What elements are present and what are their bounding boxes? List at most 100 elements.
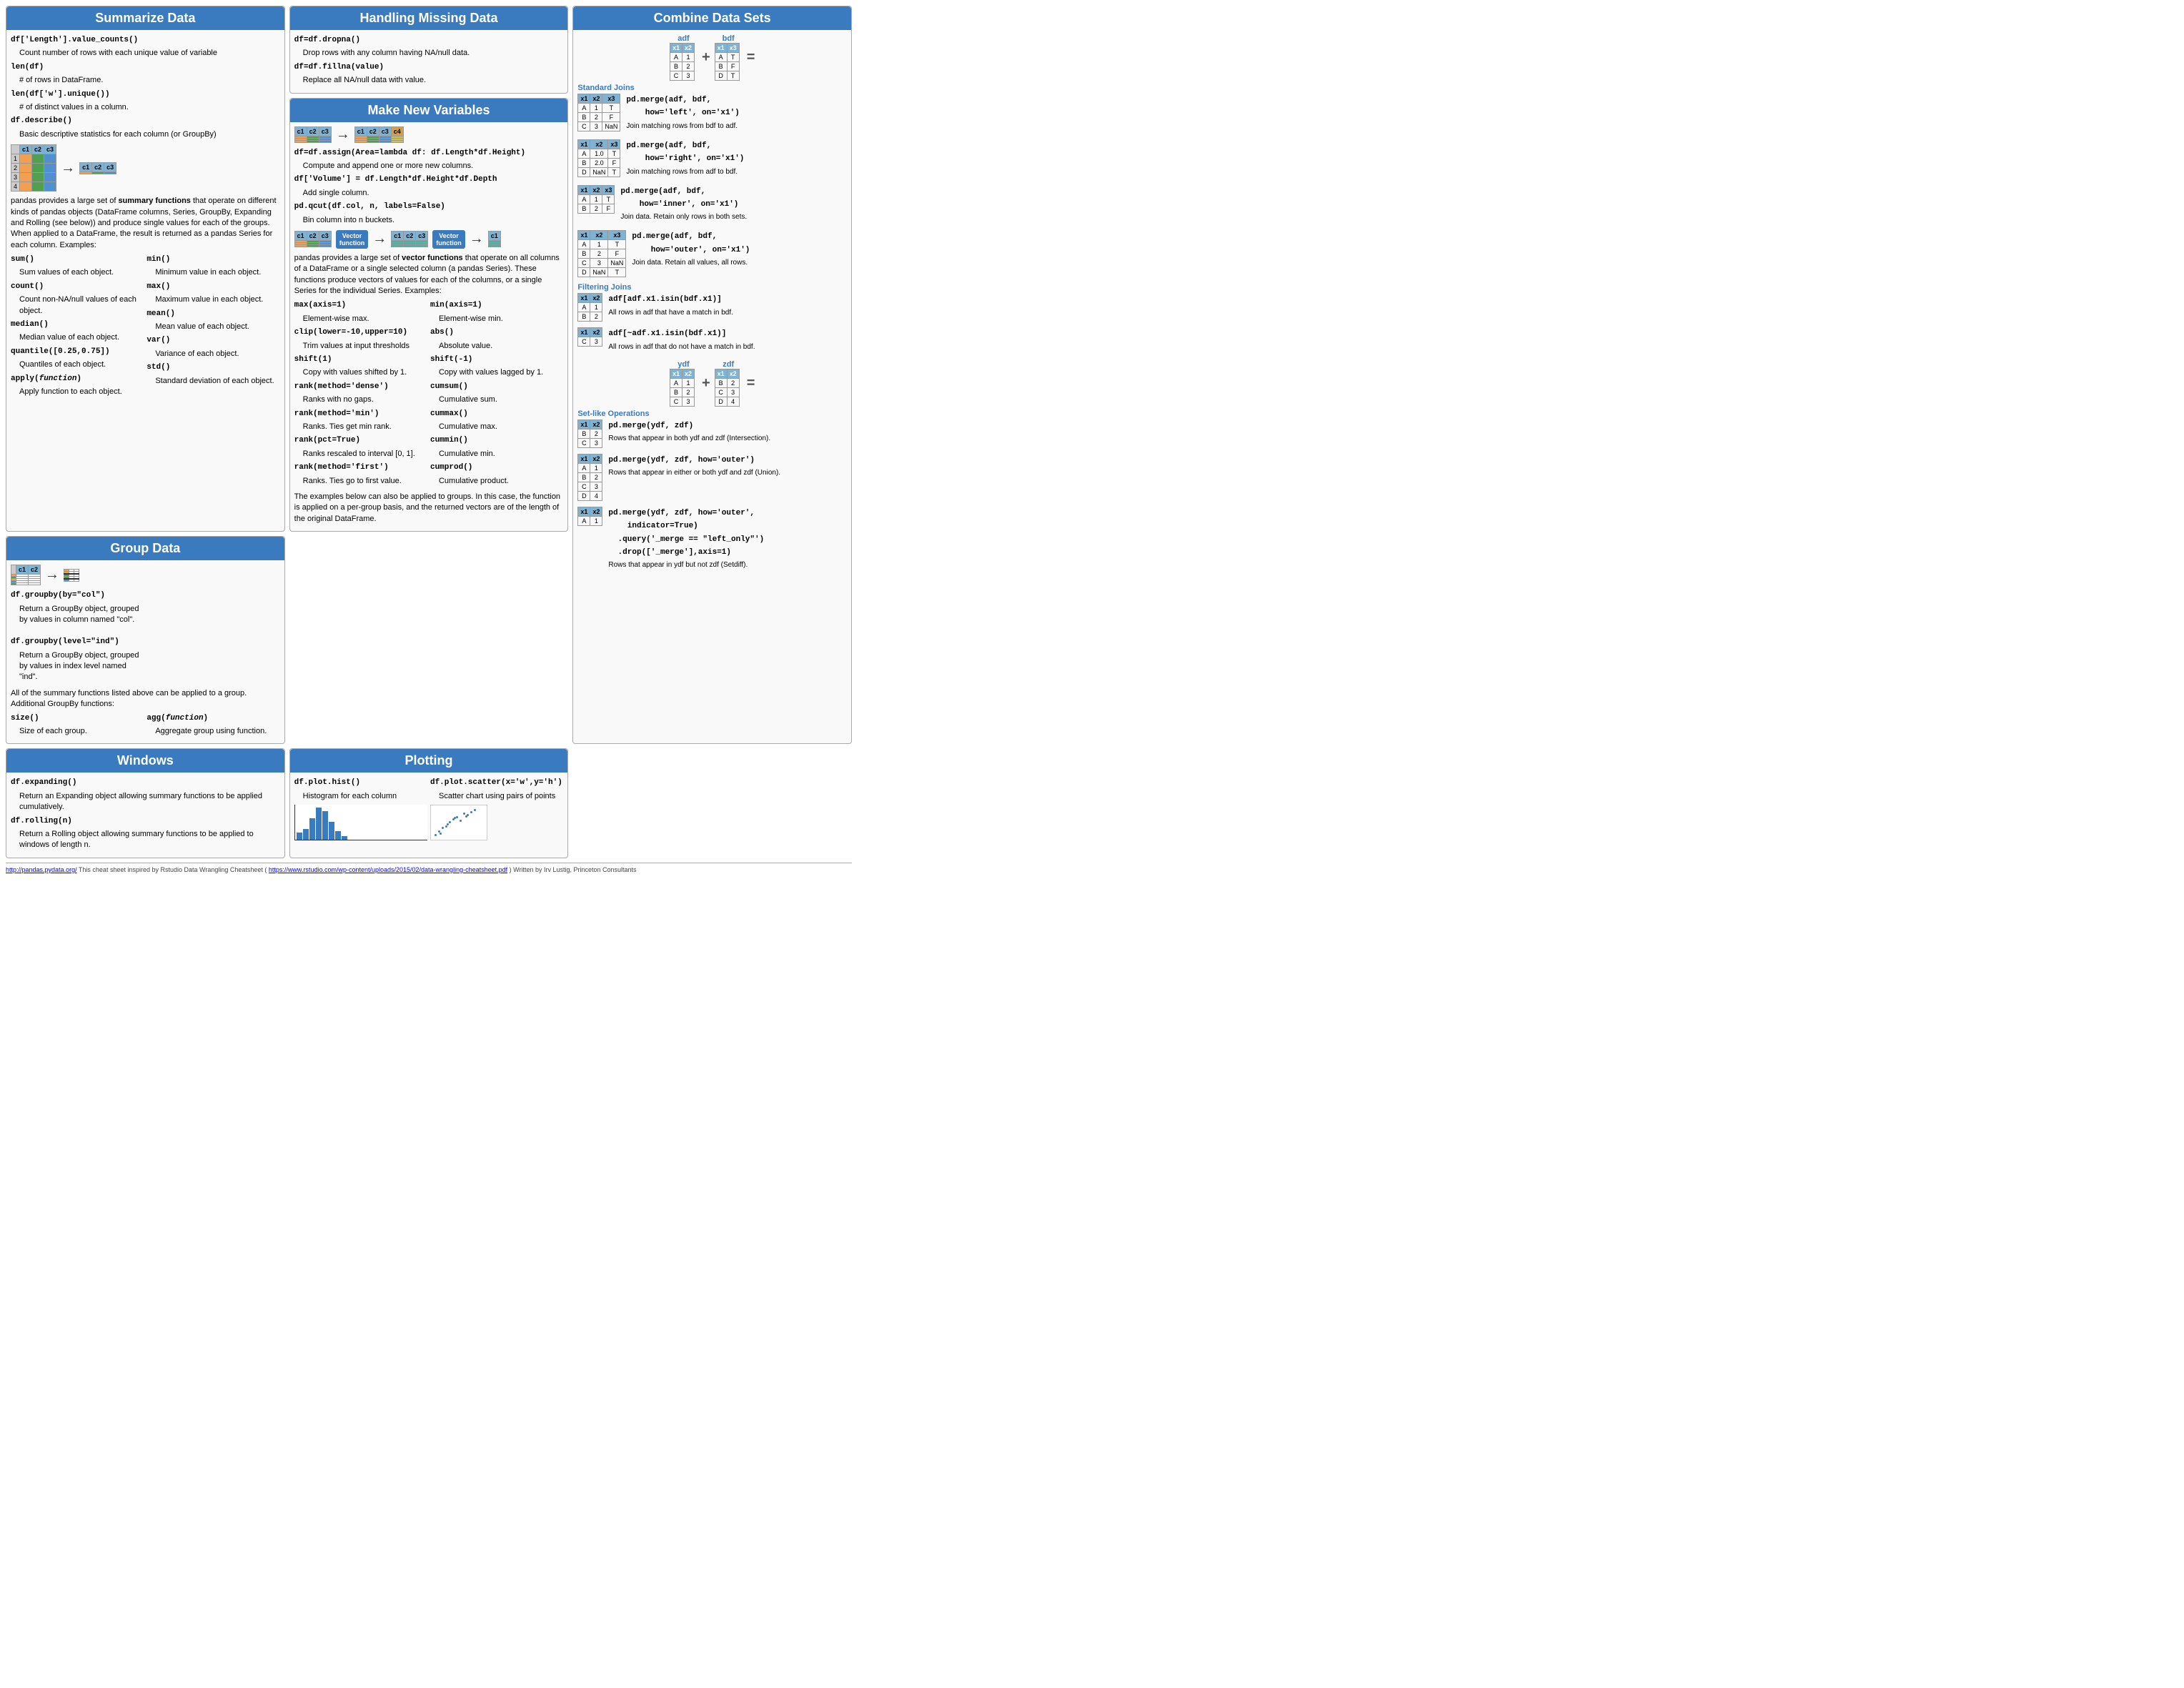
vector-function-box2: Vectorfunction bbox=[432, 230, 465, 249]
makenew-visual-top: c1c2c3 → c1c2c3c4 bbox=[294, 126, 564, 143]
code-setdiff1: pd.merge(ydf, zdf, how='outer', bbox=[608, 509, 755, 517]
desc-rank-min: Ranks. Ties get min rank. bbox=[294, 422, 427, 432]
desc-len-unique: # of distinct values in a column. bbox=[11, 102, 280, 113]
desc-var: Variance of each object. bbox=[147, 349, 279, 359]
desc-cummax: Cumulative max. bbox=[430, 422, 563, 432]
missing-header: Handling Missing Data bbox=[290, 6, 568, 30]
desc-fillna: Replace all NA/null data with value. bbox=[294, 75, 564, 86]
code-count: count() bbox=[11, 282, 44, 291]
desc-shift-1: Copy with values lagged by 1. bbox=[430, 367, 563, 378]
group-extra-functions: size() Size of each group. agg(function)… bbox=[11, 713, 280, 740]
desc-clip: Trim values at input thresholds bbox=[294, 341, 427, 352]
equals-icon2: = bbox=[747, 375, 755, 392]
code-outer-join: pd.merge(adf, bdf, bbox=[632, 232, 717, 241]
desc-min: Minimum value in each object. bbox=[147, 267, 279, 278]
code-median: median() bbox=[11, 320, 49, 329]
histogram-visual bbox=[294, 805, 427, 840]
set-op-union: x1x2 A1 B2 C3 D4 pd.merge(ydf, zdf, how=… bbox=[577, 454, 847, 501]
code-value-counts: df['Length'].value_counts() bbox=[11, 36, 138, 44]
makenew-header: Make New Variables bbox=[290, 99, 568, 122]
code-min: min() bbox=[147, 255, 170, 264]
code-left-join2: how='left', on='x1') bbox=[626, 109, 739, 117]
summarize-section: Summarize Data df['Length'].value_counts… bbox=[6, 6, 285, 532]
group-visual: c1c2 → bbox=[11, 565, 280, 585]
code-std: std() bbox=[147, 363, 170, 372]
code-qcut: pd.qcut(df.col, n, labels=False) bbox=[294, 202, 445, 211]
code-dropna: df=df.dropna() bbox=[294, 36, 360, 44]
code-max-axis: max(axis=1) bbox=[294, 301, 347, 309]
zdf-label: zdf bbox=[715, 360, 743, 369]
group-section: Group Data c1c2 → df.groupby(by="col bbox=[6, 536, 285, 744]
makenew-section: Make New Variables c1c2c3 → c1c2c3c4 df=… bbox=[289, 98, 569, 532]
vector-function-box: Vectorfunction bbox=[336, 230, 369, 249]
summary-functions-grid: sum() Sum values of each object. count()… bbox=[11, 254, 280, 399]
per-group-text: The examples below can also be applied t… bbox=[294, 492, 564, 525]
filtering-joins-label: Filtering Joins bbox=[577, 283, 847, 292]
desc-mean: Mean value of each object. bbox=[147, 322, 279, 332]
code-expanding: df.expanding() bbox=[11, 778, 76, 787]
code-groupby-col: df.groupby(by="col") bbox=[11, 591, 105, 600]
filter-join-2: x1x2 C3 adf[~adf.x1.isin(bdf.x1)] All ro… bbox=[577, 327, 847, 354]
desc-intersect: Rows that appear in both ydf and zdf (In… bbox=[608, 434, 770, 444]
code-agg: agg(function) bbox=[147, 714, 208, 723]
desc-sum: Sum values of each object. bbox=[11, 267, 144, 278]
desc-expanding: Return an Expanding object allowing summ… bbox=[11, 791, 280, 813]
desc-median: Median value of each object. bbox=[11, 332, 144, 343]
code-setdiff2: indicator=True) bbox=[608, 522, 698, 530]
desc-assign: Compute and append one or more new colum… bbox=[294, 161, 564, 172]
group-header: Group Data bbox=[6, 537, 284, 560]
plotting-header: Plotting bbox=[290, 749, 568, 773]
combine-section: Combine Data Sets adf x1x2 A1 B2 C3 + bd… bbox=[572, 6, 852, 744]
code-mean: mean() bbox=[147, 309, 175, 318]
desc-dropna: Drop rows with any column having NA/null… bbox=[294, 48, 564, 59]
desc-len-df: # of rows in DataFrame. bbox=[11, 75, 280, 86]
plus-icon: + bbox=[702, 49, 710, 66]
code-rolling: df.rolling(n) bbox=[11, 817, 72, 825]
arrow-icon4: → bbox=[470, 231, 484, 247]
rstudio-url[interactable]: https://www.rstudio.com/wp-content/uploa… bbox=[269, 866, 507, 873]
desc-value-counts: Count number of rows with each unique va… bbox=[11, 48, 280, 59]
code-left-join: pd.merge(adf, bdf, bbox=[626, 96, 711, 104]
filter-join-1: x1x2 A1 B2 adf[adf.x1.isin(bdf.x1)] All … bbox=[577, 293, 847, 322]
set-ops-label: Set-like Operations bbox=[577, 409, 847, 418]
set-op-intersect: x1x2 B2 C3 pd.merge(ydf, zdf) Rows that … bbox=[577, 419, 847, 448]
code-shift-1: shift(-1) bbox=[430, 355, 472, 364]
arrow-icon3: → bbox=[372, 231, 387, 247]
combine-top-visual: adf x1x2 A1 B2 C3 + bdf x1x3 AT BF DT = bbox=[577, 34, 847, 81]
code-clip: clip(lower=-10,upper=10) bbox=[294, 328, 407, 337]
code-shift1: shift(1) bbox=[294, 355, 332, 364]
desc-volume: Add single column. bbox=[294, 188, 564, 199]
desc-cummin: Cumulative min. bbox=[430, 449, 563, 460]
code-describe: df.describe() bbox=[11, 116, 72, 125]
desc-qcut: Bin column into n buckets. bbox=[294, 215, 564, 226]
code-assign: df=df.assign(Area=lambda df: df.Length*d… bbox=[294, 149, 525, 157]
combine-bottom-visual: ydf x1x2 A1 B2 C3 + zdf x1x2 B2 C3 D4 = bbox=[577, 360, 847, 407]
desc-shift1: Copy with values shifted by 1. bbox=[294, 367, 427, 378]
desc-abs: Absolute value. bbox=[430, 341, 563, 352]
code-intersect: pd.merge(ydf, zdf) bbox=[608, 422, 693, 430]
code-filter-join1: adf[adf.x1.isin(bdf.x1)] bbox=[608, 295, 721, 304]
windows-section: Windows df.expanding() Return an Expandi… bbox=[6, 748, 285, 858]
desc-left-join: Join matching rows from bdf to adf. bbox=[626, 121, 739, 131]
desc-apply: Apply function to each object. bbox=[11, 387, 144, 397]
code-len-unique: len(df['w'].unique()) bbox=[11, 90, 110, 99]
desc-max-axis: Element-wise max. bbox=[294, 314, 427, 324]
summarize-header: Summarize Data bbox=[6, 6, 284, 30]
code-filter-join2: adf[~adf.x1.isin(bdf.x1)] bbox=[608, 329, 726, 338]
desc-count: Count non-NA/null values of each object. bbox=[11, 294, 144, 317]
code-size: size() bbox=[11, 714, 39, 723]
pandas-url[interactable]: http://pandas.pydata.org/ bbox=[6, 866, 77, 873]
desc-size: Size of each group. bbox=[11, 726, 144, 737]
plotting-grid: df.plot.hist() Histogram for each column… bbox=[294, 777, 564, 843]
vector-functions-grid: max(axis=1) Element-wise max. clip(lower… bbox=[294, 299, 564, 488]
set-op-setdiff: x1x2 A1 pd.merge(ydf, zdf, how='outer', … bbox=[577, 507, 847, 573]
code-scatter: df.plot.scatter(x='w',y='h') bbox=[430, 778, 562, 787]
desc-filter-join2: All rows in adf that do not have a match… bbox=[608, 342, 755, 352]
bdf-label: bdf bbox=[715, 34, 743, 43]
arrow-icon2: → bbox=[336, 126, 350, 143]
desc-describe: Basic descriptive statistics for each co… bbox=[11, 129, 280, 140]
code-sum: sum() bbox=[11, 255, 34, 264]
code-setdiff3: .query('_merge == "left_only"') bbox=[608, 535, 764, 544]
code-apply: apply(function) bbox=[11, 374, 81, 383]
summary-body-text: pandas provides a large set of summary f… bbox=[11, 196, 280, 251]
